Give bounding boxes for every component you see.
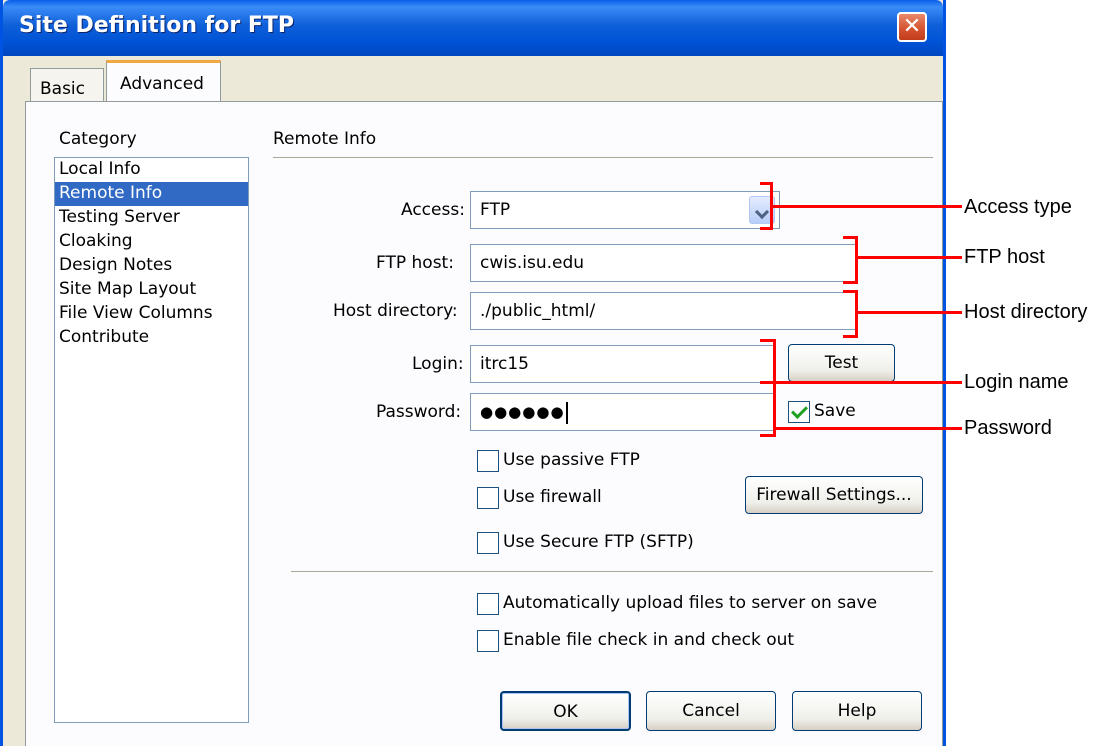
- access-label: Access:: [401, 200, 465, 220]
- cancel-button[interactable]: Cancel: [646, 691, 776, 731]
- auto-upload-label: Automatically upload files to server on …: [503, 593, 878, 613]
- password-input[interactable]: ●●●●●●: [470, 393, 776, 431]
- annotation-host-directory: Host directory: [964, 301, 1088, 323]
- firewall-settings-button[interactable]: Firewall Settings...: [745, 476, 923, 514]
- auto-upload-checkbox[interactable]: [477, 593, 499, 615]
- category-item-testing-server[interactable]: Testing Server: [55, 206, 248, 230]
- save-password-checkbox[interactable]: [788, 401, 810, 423]
- host-directory-input[interactable]: ./public_html/: [470, 292, 856, 330]
- ftp-host-input[interactable]: cwis.isu.edu: [470, 244, 856, 282]
- firewall-label: Use firewall: [503, 487, 602, 507]
- password-value: ●●●●●●: [480, 403, 565, 421]
- category-item-site-map-layout[interactable]: Site Map Layout: [55, 278, 248, 302]
- firewall-checkbox[interactable]: [477, 487, 499, 509]
- access-dropdown[interactable]: FTP: [470, 191, 780, 229]
- options-divider: [291, 571, 933, 572]
- category-item-design-notes[interactable]: Design Notes: [55, 254, 248, 278]
- annotation-access-type: Access type: [964, 196, 1072, 218]
- checkin-checkbox[interactable]: [477, 630, 499, 652]
- window-title: Site Definition for FTP: [19, 13, 295, 38]
- host-directory-label: Host directory:: [333, 301, 458, 321]
- sftp-label: Use Secure FTP (SFTP): [503, 532, 694, 552]
- title-bar[interactable]: Site Definition for FTP ✕: [3, 0, 943, 56]
- login-input[interactable]: itrc15: [470, 345, 776, 383]
- close-icon[interactable]: ✕: [897, 12, 927, 42]
- category-item-local-info[interactable]: Local Info: [55, 158, 248, 182]
- access-value: FTP: [480, 200, 511, 220]
- tab-basic[interactable]: Basic: [30, 68, 104, 102]
- category-item-cloaking[interactable]: Cloaking: [55, 230, 248, 254]
- text-caret: [565, 401, 568, 424]
- password-label: Password:: [376, 402, 462, 422]
- ftp-host-label: FTP host:: [376, 253, 454, 273]
- login-label: Login:: [412, 354, 464, 374]
- site-definition-dialog: Site Definition for FTP ✕ Basic Advanced…: [0, 0, 946, 746]
- tab-advanced[interactable]: Advanced: [106, 60, 221, 103]
- test-button[interactable]: Test: [788, 344, 895, 382]
- category-heading: Category: [59, 129, 137, 149]
- ftp-host-value: cwis.isu.edu: [480, 253, 585, 273]
- login-value: itrc15: [480, 354, 529, 374]
- category-list[interactable]: Local Info Remote Info Testing Server Cl…: [54, 157, 249, 723]
- annotation-ftp-host: FTP host: [964, 246, 1045, 268]
- category-item-remote-info[interactable]: Remote Info: [55, 182, 248, 206]
- ok-button[interactable]: OK: [500, 691, 631, 731]
- host-directory-value: ./public_html/: [480, 301, 596, 321]
- category-item-contribute[interactable]: Contribute: [55, 326, 248, 350]
- sftp-checkbox[interactable]: [477, 532, 499, 554]
- help-button[interactable]: Help: [792, 691, 922, 731]
- annotation-login-name: Login name: [964, 371, 1069, 393]
- section-title: Remote Info: [273, 129, 377, 149]
- section-divider: [273, 157, 933, 158]
- category-item-file-view-columns[interactable]: File View Columns: [55, 302, 248, 326]
- annotation-password: Password: [964, 417, 1052, 439]
- checkin-label: Enable file check in and check out: [503, 630, 795, 650]
- passive-ftp-checkbox[interactable]: [477, 450, 499, 472]
- passive-ftp-label: Use passive FTP: [503, 450, 640, 470]
- save-password-label: Save: [814, 401, 856, 421]
